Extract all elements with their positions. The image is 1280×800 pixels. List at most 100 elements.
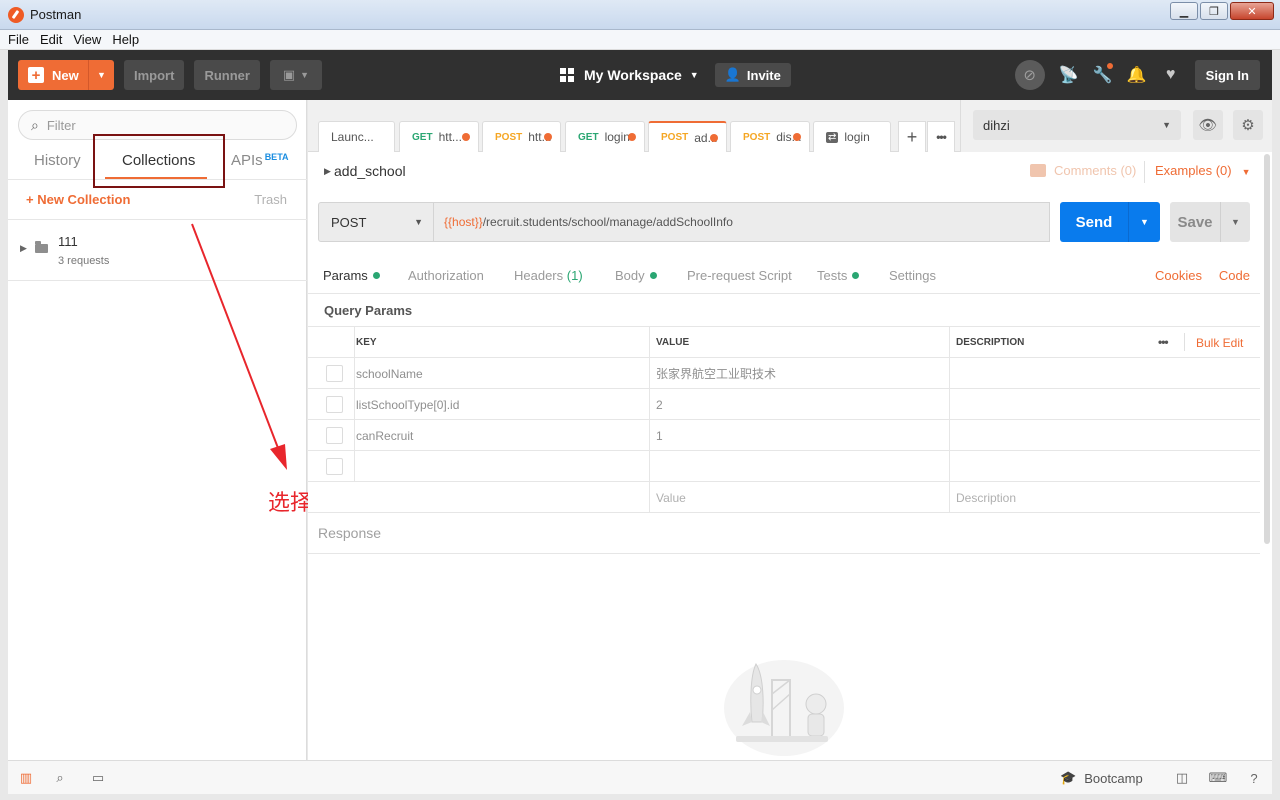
toggle-sidebar-icon[interactable]: ▥	[18, 770, 34, 786]
save-button[interactable]: Save ▼	[1170, 202, 1250, 242]
new-button[interactable]: + New ▼	[18, 60, 114, 90]
more-options-icon[interactable]: •••	[1158, 335, 1169, 349]
request-tab[interactable]: POST dis...	[730, 121, 810, 152]
save-label: Save	[1177, 213, 1213, 231]
heart-icon[interactable]: ♥	[1161, 66, 1181, 84]
row-checkbox[interactable]	[326, 427, 343, 444]
bell-icon[interactable]: 🔔	[1127, 65, 1147, 85]
table-row	[308, 451, 1260, 482]
menu-edit[interactable]: Edit	[40, 32, 62, 47]
request-tab-active[interactable]: POST ad...	[648, 121, 727, 152]
gear-icon[interactable]: ⚙	[1233, 110, 1263, 140]
minimize-button[interactable]: ▁	[1170, 2, 1198, 20]
cookies-link[interactable]: Cookies	[1155, 268, 1202, 283]
environment-select[interactable]: dihzi ▼	[973, 110, 1181, 140]
sign-in-button[interactable]: Sign In	[1194, 60, 1260, 90]
param-description[interactable]	[949, 358, 1260, 389]
method-select[interactable]: POST ▼	[318, 202, 434, 242]
tab-label: login	[604, 130, 630, 144]
examples-dropdown[interactable]: Examples (0) ▼	[1155, 163, 1251, 178]
filter-input[interactable]	[46, 117, 267, 133]
request-tab[interactable]: GET login	[565, 121, 645, 152]
tab-settings[interactable]: Settings	[889, 268, 936, 283]
runner-button[interactable]: Runner	[194, 60, 260, 90]
workspace-switcher[interactable]: My Workspace ▼ 👤 Invite	[560, 50, 791, 100]
param-key[interactable]: canRecruit	[354, 420, 649, 451]
expand-caret-icon[interactable]: ▶	[324, 166, 331, 177]
param-value[interactable]	[649, 451, 950, 482]
tab-params[interactable]: Params	[323, 268, 380, 283]
sync-off-icon[interactable]: ⊘	[1014, 60, 1045, 90]
param-key[interactable]: schoolName	[354, 358, 649, 389]
param-description[interactable]	[949, 451, 1260, 482]
find-icon[interactable]: ⌕	[52, 770, 68, 786]
tab-tests[interactable]: Tests	[817, 268, 860, 283]
invite-button[interactable]: 👤 Invite	[714, 63, 791, 87]
unsaved-dot	[710, 134, 718, 142]
keyboard-icon[interactable]: ⌨	[1209, 770, 1228, 786]
response-section: Response	[308, 514, 1260, 554]
console-icon[interactable]: ▭	[90, 770, 106, 786]
new-collection-button[interactable]: + New Collection	[26, 192, 130, 207]
param-value[interactable]: 2	[649, 389, 950, 420]
scrollbar[interactable]	[1264, 154, 1270, 544]
tab-authorization[interactable]: Authorization	[408, 268, 484, 283]
notification-dot	[1106, 63, 1113, 69]
param-key[interactable]: listSchoolType[0].id	[354, 389, 649, 420]
tab-headers[interactable]: Headers (1)	[514, 268, 583, 283]
maximize-button[interactable]: ❐	[1200, 2, 1228, 20]
top-toolbar: + New ▼ Import Runner ▣ ▼ My Workspace ▼…	[8, 50, 1272, 100]
satellite-icon[interactable]: 📡	[1059, 65, 1079, 85]
tab-prerequest-script[interactable]: Pre-request Script	[687, 268, 792, 283]
comments-link[interactable]: Comments (0)	[1030, 163, 1136, 178]
send-button[interactable]: Send ▼	[1060, 202, 1160, 242]
import-button[interactable]: Import	[124, 60, 185, 90]
request-tab[interactable]: Launc...	[318, 121, 395, 152]
row-checkbox[interactable]	[326, 365, 343, 382]
wrench-icon[interactable]: 🔧	[1093, 63, 1113, 85]
tab-history[interactable]: History	[34, 152, 81, 169]
tab-apis[interactable]: APIs BETA	[231, 152, 289, 169]
save-dropdown-caret-icon[interactable]: ▼	[1220, 202, 1250, 242]
table-row: canRecruit 1	[308, 420, 1260, 451]
bulk-edit-link[interactable]: Bulk Edit	[1196, 336, 1243, 350]
param-description[interactable]	[949, 420, 1260, 451]
open-new-button[interactable]: ▣ ▼	[269, 60, 322, 90]
menu-view[interactable]: View	[73, 32, 101, 47]
url-input[interactable]: {{host}}/recruit.students/school/manage/…	[434, 202, 1050, 242]
chevron-down-icon: ▼	[414, 217, 423, 227]
param-description[interactable]	[949, 389, 1260, 420]
new-param-value[interactable]: Value	[649, 482, 950, 513]
help-icon[interactable]: ?	[1246, 770, 1262, 786]
url-row: POST ▼ {{host}}/recruit.students/school/m…	[318, 202, 1260, 242]
new-param-description[interactable]: Description	[949, 482, 1260, 513]
eye-icon[interactable]: 👁	[1193, 110, 1223, 140]
row-checkbox[interactable]	[326, 396, 343, 413]
menu-file[interactable]: File	[8, 32, 29, 47]
more-tabs-button[interactable]: •••	[927, 121, 955, 152]
request-tab[interactable]: GET htt...	[399, 121, 479, 152]
param-value[interactable]: 张家界航空工业职技术	[649, 358, 950, 389]
param-key[interactable]	[354, 451, 649, 482]
request-tab[interactable]: POST htt...	[482, 121, 561, 152]
expand-caret-icon[interactable]: ▶	[20, 243, 27, 254]
param-value[interactable]: 1	[649, 420, 950, 451]
row-checkbox[interactable]	[326, 458, 343, 475]
code-link[interactable]: Code	[1219, 268, 1250, 283]
send-dropdown-caret-icon[interactable]: ▼	[1128, 202, 1160, 242]
request-tab[interactable]: ⇄ login	[813, 121, 891, 152]
bootcamp-button[interactable]: 🎓 Bootcamp	[1060, 770, 1143, 786]
window-title: Postman	[30, 7, 82, 22]
new-tab-button[interactable]: +	[898, 121, 926, 152]
new-dropdown-caret-icon[interactable]: ▼	[88, 60, 114, 90]
tab-body[interactable]: Body	[615, 268, 657, 283]
two-pane-view-icon[interactable]: ◫	[1174, 770, 1190, 786]
tab-body-label: Body	[615, 268, 645, 283]
response-label: Response	[318, 525, 382, 541]
request-name[interactable]: add_school	[334, 163, 406, 179]
collection-item[interactable]: ▶ 111 3 requests	[8, 221, 307, 281]
menu-help[interactable]: Help	[112, 32, 139, 47]
new-param-key[interactable]	[354, 482, 649, 513]
trash-link[interactable]: Trash	[254, 192, 287, 207]
close-button[interactable]: ✕	[1230, 2, 1274, 20]
